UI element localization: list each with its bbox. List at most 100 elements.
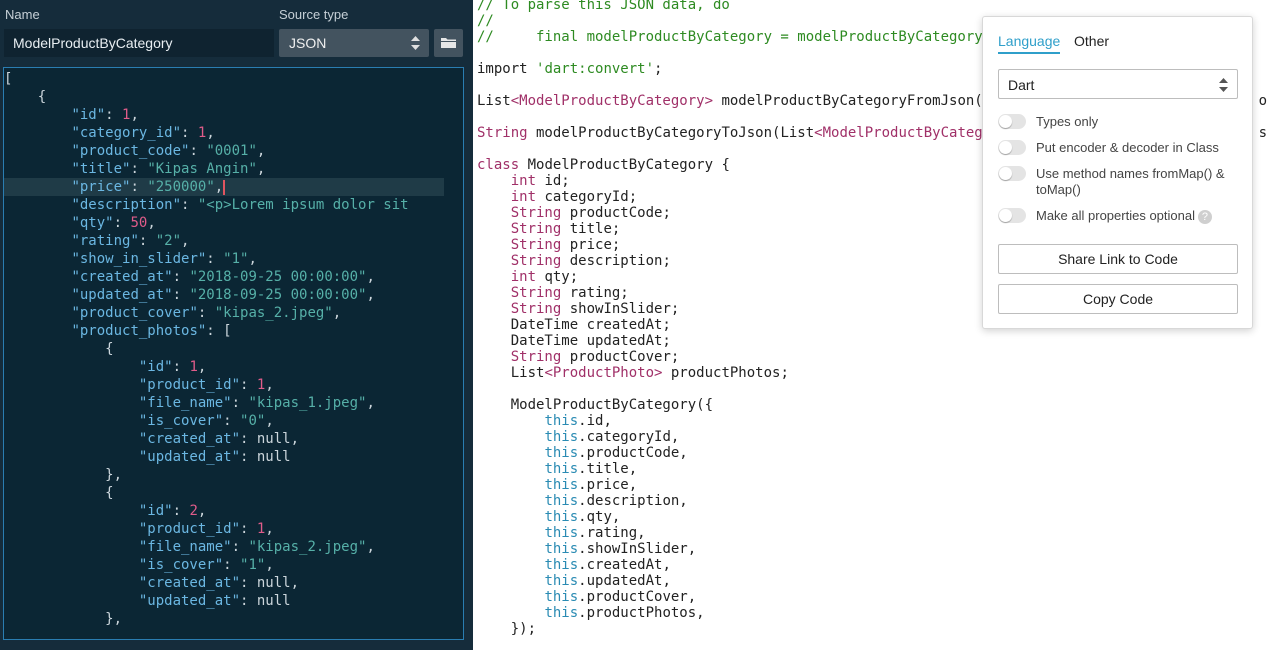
code-line: // To parse this JSON data, do: [477, 0, 730, 13]
json-token: "id": [138, 359, 173, 375]
json-token: :: [240, 575, 257, 591]
help-icon[interactable]: ?: [1197, 209, 1212, 224]
code-token: this: [544, 413, 579, 429]
tab-other[interactable]: Other: [1074, 33, 1109, 49]
json-line: {: [4, 340, 444, 358]
code-token: String: [510, 285, 562, 301]
json-token: "updated_at": [138, 449, 241, 465]
language-value: Dart: [1008, 77, 1035, 93]
json-token: ,: [290, 431, 300, 447]
json-token: null: [256, 431, 291, 447]
code-token: rating;: [561, 285, 629, 301]
code-token: String: [510, 205, 562, 221]
json-token: "1": [240, 557, 266, 573]
share-link-button[interactable]: Share Link to Code: [998, 244, 1238, 274]
code-token: description;: [561, 253, 671, 269]
json-token: "file_name": [138, 395, 232, 411]
source-type-select[interactable]: JSON: [279, 29, 429, 57]
code-token: .showInSlider,: [578, 541, 697, 557]
name-input[interactable]: ModelProductByCategory: [4, 29, 274, 57]
code-line: this.rating,: [477, 525, 645, 541]
code-token: import: [477, 61, 537, 77]
code-token: this: [544, 429, 579, 445]
json-token: :: [172, 287, 190, 303]
code-token: price;: [561, 237, 621, 253]
copy-code-button[interactable]: Copy Code: [998, 284, 1238, 314]
json-token: "title": [71, 161, 131, 177]
json-token: ,: [130, 107, 139, 123]
all-optional-toggle[interactable]: [998, 208, 1026, 223]
json-token: :: [189, 143, 207, 159]
json-token: 50: [130, 215, 148, 231]
json-token: :: [223, 557, 241, 573]
select-arrows-icon: [1219, 78, 1228, 92]
encoder-in-class-toggle[interactable]: [998, 140, 1026, 155]
json-line: "price": "250000",: [4, 178, 444, 196]
select-arrows-icon: [411, 36, 420, 50]
code-token: .productCode,: [578, 445, 688, 461]
json-token: "2": [155, 233, 182, 249]
json-token: ,: [265, 377, 274, 393]
code-line: // final modelProductByCategory = modelP…: [477, 29, 983, 45]
code-line: String title;: [477, 221, 621, 237]
code-token: });: [477, 621, 537, 637]
code-token: 'dart:convert': [536, 61, 655, 77]
code-line: List<ModelProductByCategory> modelProduc…: [477, 93, 983, 109]
json-line: "created_at": null,: [4, 574, 444, 592]
code-token: // To parse this JSON data, do: [477, 0, 730, 13]
json-token: null: [256, 575, 291, 591]
json-line: },: [4, 610, 444, 628]
json-line: "qty": 50,: [4, 214, 444, 232]
tab-language[interactable]: Language: [998, 33, 1061, 54]
types-only-toggle[interactable]: [998, 114, 1026, 129]
all-optional-label: Make all properties optional: [1036, 208, 1195, 223]
json-token: "product_cover": [71, 305, 198, 321]
code-token: this: [544, 461, 579, 477]
json-token: {: [4, 341, 114, 357]
json-token: "kipas_2.jpeg": [214, 305, 333, 321]
code-token: <ProductPhoto>: [544, 365, 663, 381]
json-token: ,: [290, 575, 300, 591]
encoder-in-class-label: Put encoder & decoder in Class: [1036, 140, 1219, 155]
code-token: .id,: [578, 413, 612, 429]
code-line: class ModelProductByCategory {: [477, 157, 730, 173]
json-token: :: [197, 305, 215, 321]
json-token: "show_in_slider": [71, 251, 207, 267]
json-line: "id": 1,: [4, 106, 444, 124]
code-token: .createdAt,: [578, 557, 671, 573]
json-token: :: [172, 269, 190, 285]
json-token: ,: [206, 125, 215, 141]
code-token: this: [544, 605, 579, 621]
json-token: ,: [332, 305, 342, 321]
language-select[interactable]: Dart: [998, 69, 1238, 99]
json-token: "updated_at": [71, 287, 173, 303]
json-token: :: [240, 521, 257, 537]
code-token: class: [477, 157, 520, 173]
json-token: "rating": [71, 233, 139, 249]
json-token: ,: [147, 215, 156, 231]
code-line: this.productCover,: [477, 589, 696, 605]
json-line: {: [4, 484, 444, 502]
code-line: this.title,: [477, 461, 637, 477]
json-token: ,: [197, 359, 207, 375]
json-editor[interactable]: [ { "id": 1, "category_id": 1, "product_…: [3, 67, 464, 640]
json-token: "is_cover": [138, 413, 224, 429]
method-names-toggle[interactable]: [998, 166, 1026, 181]
code-token: modelProductByCategoryToJson(List: [527, 125, 815, 141]
code-token: //: [477, 13, 494, 29]
json-line: "updated_at": null: [4, 448, 444, 466]
open-file-button[interactable]: [434, 29, 463, 57]
json-token: null: [256, 593, 291, 609]
json-token: :: [130, 179, 148, 195]
